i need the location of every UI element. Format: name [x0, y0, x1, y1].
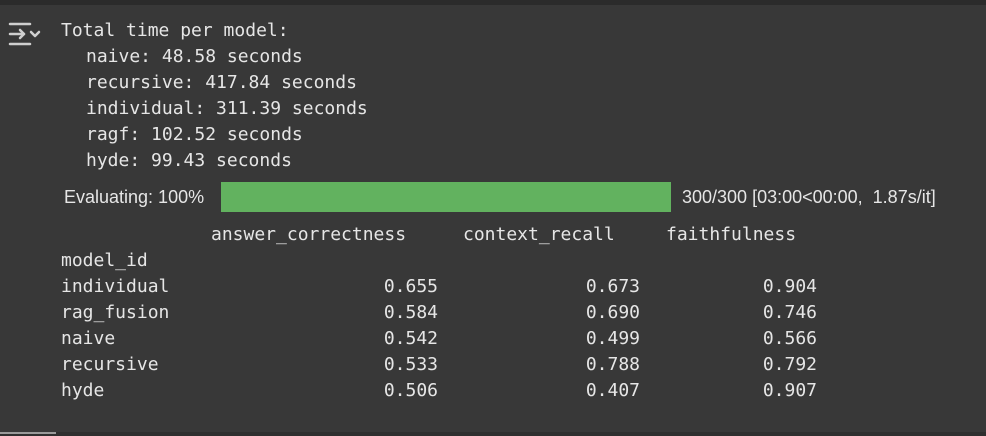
table-cell: 0.655 [383, 276, 438, 297]
row-label: naive [61, 328, 116, 349]
column-header: faithfulness [666, 224, 797, 245]
table-cell: 0.788 [585, 354, 640, 375]
table-cell: 0.566 [762, 328, 817, 349]
column-header: context_recall [463, 224, 615, 245]
table-cell: 0.584 [383, 302, 438, 323]
table-cell: 0.542 [383, 328, 438, 349]
column-header: answer_correctness [211, 224, 407, 245]
stdout-title: Total time per model: [61, 20, 289, 41]
row-label: hyde [61, 380, 105, 401]
stdout-line: recursive: 417.84 seconds [86, 72, 357, 93]
table-cell: 0.904 [762, 276, 817, 297]
row-label: rag_fusion [61, 302, 170, 323]
table-cell: 0.407 [585, 380, 640, 401]
row-label: recursive [61, 354, 159, 375]
output-toggle-icon[interactable] [8, 20, 44, 48]
table-cell: 0.792 [762, 354, 817, 375]
progress-bar [221, 182, 671, 212]
table-cell: 0.907 [762, 380, 817, 401]
table-cell: 0.499 [585, 328, 640, 349]
stdout-line: naive: 48.58 seconds [86, 46, 303, 67]
stdout-line: ragf: 102.52 seconds [86, 124, 303, 145]
table-cell: 0.673 [585, 276, 640, 297]
index-name: model_id [61, 250, 148, 271]
progress-status: 300/300 [03:00<00:00, 1.87s/it] [682, 187, 936, 207]
table-cell: 0.506 [383, 380, 438, 401]
table-cell: 0.746 [762, 302, 817, 323]
row-label: individual [61, 276, 170, 297]
progress-label: Evaluating: 100% [64, 187, 205, 207]
stdout-line: individual: 311.39 seconds [86, 98, 368, 119]
stdout-line: hyde: 99.43 seconds [86, 150, 292, 171]
progress-bar-fill [221, 182, 671, 212]
top-border [0, 0, 986, 5]
table-cell: 0.690 [585, 302, 640, 323]
bottom-border [0, 432, 986, 436]
resize-handle[interactable] [0, 432, 56, 434]
table-cell: 0.533 [383, 354, 438, 375]
